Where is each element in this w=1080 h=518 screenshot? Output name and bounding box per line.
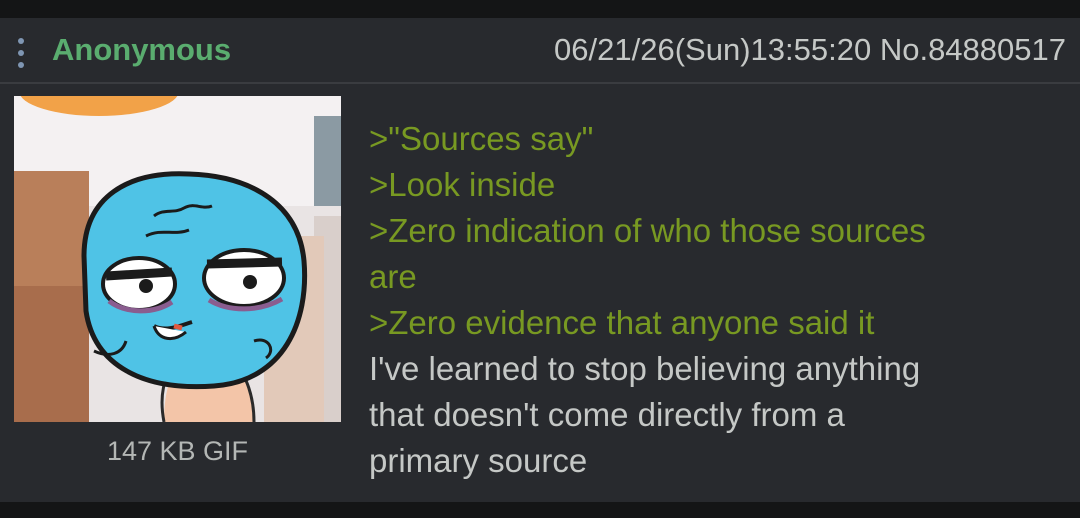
vertical-dots-menu-icon[interactable] <box>14 36 28 70</box>
post-thumbnail-image[interactable] <box>14 96 341 422</box>
post-comment: >"Sources say" >Look inside >Zero indica… <box>369 116 1059 484</box>
comment-line-greentext: are <box>369 258 417 295</box>
post-header: Anonymous 06/21/26(Sun)13:55:20 No.84880… <box>0 18 1080 84</box>
comment-line: I've learned to stop believing anything <box>369 350 921 387</box>
comment-line-greentext: >Zero indication of who those sources <box>369 212 926 249</box>
poster-name[interactable]: Anonymous <box>52 32 231 68</box>
bottom-divider <box>0 502 1080 518</box>
post-number[interactable]: No.84880517 <box>880 32 1066 67</box>
gumball-smug-face-image <box>14 96 341 422</box>
post-datetime: 06/21/26(Sun)13:55:20 <box>554 32 872 67</box>
comment-line-greentext: >Look inside <box>369 166 556 203</box>
post-container: Anonymous 06/21/26(Sun)13:55:20 No.84880… <box>0 18 1080 502</box>
file-info: 147 KB GIF <box>106 436 249 466</box>
comment-line-greentext: >Zero evidence that anyone said it <box>369 304 875 341</box>
comment-line: primary source <box>369 442 588 479</box>
comment-line-greentext: >"Sources say" <box>369 120 594 157</box>
post-meta: 06/21/26(Sun)13:55:20 No.84880517 <box>554 32 1066 68</box>
top-divider <box>0 0 1080 18</box>
comment-line: that doesn't come directly from a <box>369 396 845 433</box>
